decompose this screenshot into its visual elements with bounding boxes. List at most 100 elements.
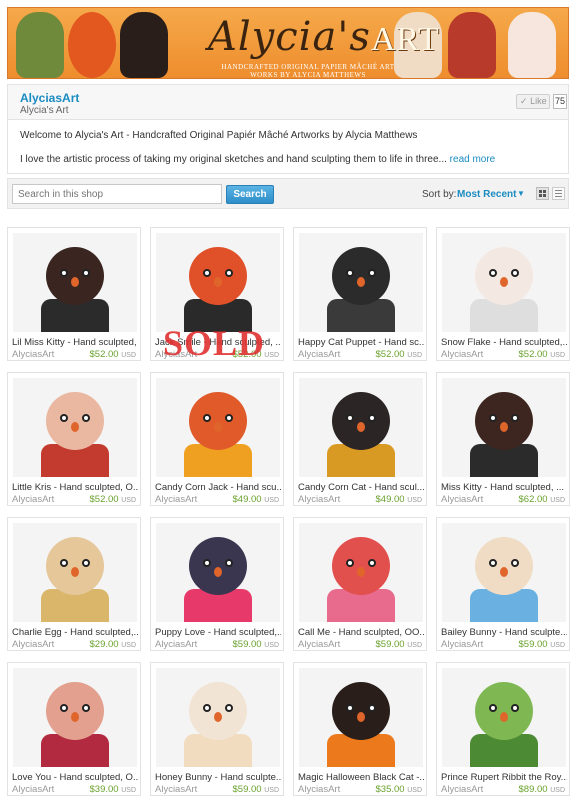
listing-card[interactable]: Little Kris - Hand sculpted, O... Alycias… [7, 372, 141, 506]
listing-price: $59.00 USD [232, 784, 279, 795]
sold-stamp: SOLD [163, 323, 266, 363]
listing-card[interactable]: Candy Corn Cat - Hand scul... AlyciasArt $… [293, 372, 427, 506]
listing-price: $49.00 USD [375, 494, 422, 505]
listing-title[interactable]: Prince Rupert Ribbit the Roy... [441, 772, 567, 783]
grid-view-icon[interactable] [536, 187, 549, 200]
caret-down-icon[interactable]: ▼ [517, 189, 525, 198]
listing-shop-name[interactable]: AlyciasArt [155, 784, 197, 795]
listing-price: $49.00 USD [232, 494, 279, 505]
banner-figure-santa [448, 12, 496, 78]
listing-card[interactable]: Lil Miss Kitty - Hand sculpted, ... Alyci… [7, 227, 141, 361]
listing-shop-name[interactable]: AlyciasArt [298, 639, 340, 650]
listing-price: $29.00 USD [89, 639, 136, 650]
listing-card[interactable]: Snow Flake - Hand sculpted,... AlyciasArt… [436, 227, 570, 361]
listing-shop-name[interactable]: AlyciasArt [155, 639, 197, 650]
listing-title[interactable]: Candy Corn Jack - Hand scu... [155, 482, 281, 493]
listing-price: $59.00 USD [232, 639, 279, 650]
listing-price: $59.00 USD [375, 639, 422, 650]
listing-shop-name[interactable]: AlyciasArt [441, 639, 483, 650]
banner-logo: Alycia'sART [208, 14, 440, 60]
listing-title[interactable]: Honey Bunny - Hand sculpte... [155, 772, 281, 783]
listing-title[interactable]: Bailey Bunny - Hand sculpte... [441, 627, 567, 638]
shop-header-top: AlyciasArt Alycia's Art ✓ Like 75 [8, 85, 568, 120]
listing-title[interactable]: Little Kris - Hand sculpted, O... [12, 482, 138, 493]
listing-title[interactable]: Candy Corn Cat - Hand scul... [298, 482, 424, 493]
listing-image[interactable] [442, 668, 566, 767]
listing-price: $59.00 USD [518, 639, 565, 650]
like-count: 75 [553, 94, 567, 109]
listing-image[interactable] [299, 523, 423, 622]
listing-shop-name[interactable]: AlyciasArt [298, 349, 340, 360]
shop-search-input[interactable] [12, 184, 222, 204]
listing-shop-name[interactable]: AlyciasArt [298, 784, 340, 795]
listing-shop-name[interactable]: AlyciasArt [441, 349, 483, 360]
listing-title[interactable]: Miss Kitty - Hand sculpted, ... [441, 482, 567, 493]
banner-figure-pumpkin [68, 12, 116, 78]
read-more-link[interactable]: read more [450, 154, 496, 165]
listing-card[interactable]: Call Me - Hand sculpted, OO... AlyciasArt… [293, 517, 427, 651]
listing-image[interactable] [156, 523, 280, 622]
shop-about: I love the artistic process of taking my… [20, 154, 495, 165]
listing-title[interactable]: Puppy Love - Hand sculpted,... [155, 627, 281, 638]
listing-price: $35.00 USD [375, 784, 422, 795]
banner-figure-scarecrow [16, 12, 64, 78]
listing-price: $52.00 USD [375, 349, 422, 360]
listing-card[interactable]: Prince Rupert Ribbit the Roy... AlyciasAr… [436, 662, 570, 796]
listing-image[interactable] [442, 233, 566, 332]
listing-image[interactable] [13, 523, 137, 622]
shop-search-bar: Search Sort by: Most Recent ▼ [7, 178, 569, 209]
listing-shop-name[interactable]: AlyciasArt [12, 639, 54, 650]
listing-image[interactable] [442, 378, 566, 477]
listing-title[interactable]: Love You - Hand sculpted, O... [12, 772, 138, 783]
shop-name-link[interactable]: AlyciasArt [20, 91, 79, 105]
listing-image[interactable] [156, 668, 280, 767]
listing-card[interactable]: Bailey Bunny - Hand sculpte... AlyciasArt… [436, 517, 570, 651]
banner-figure-clown [508, 12, 556, 78]
like-button[interactable]: ✓ Like [516, 94, 550, 109]
listing-image[interactable] [299, 378, 423, 477]
listing-image[interactable] [13, 378, 137, 477]
listing-image[interactable] [299, 233, 423, 332]
listing-card[interactable]: Miss Kitty - Hand sculpted, ... AlyciasAr… [436, 372, 570, 506]
listing-card[interactable]: Puppy Love - Hand sculpted,... AlyciasArt… [150, 517, 284, 651]
listing-shop-name[interactable]: AlyciasArt [12, 494, 54, 505]
listing-image[interactable] [13, 668, 137, 767]
list-view-icon[interactable] [552, 187, 565, 200]
listing-shop-name[interactable]: AlyciasArt [155, 494, 197, 505]
listing-card[interactable]: Love You - Hand sculpted, O... AlyciasArt… [7, 662, 141, 796]
listing-shop-name[interactable]: AlyciasArt [12, 349, 54, 360]
shop-header: AlyciasArt Alycia's Art ✓ Like 75 Welcom… [7, 84, 569, 174]
listing-card[interactable]: Honey Bunny - Hand sculpte... AlyciasArt $… [150, 662, 284, 796]
listing-shop-name[interactable]: AlyciasArt [12, 784, 54, 795]
listing-image[interactable] [156, 233, 280, 332]
listing-title[interactable]: Magic Halloween Black Cat -... [298, 772, 424, 783]
listing-card[interactable]: Charlie Egg - Hand sculpted,... AlyciasAr… [7, 517, 141, 651]
listing-title[interactable]: Happy Cat Puppet - Hand sc... [298, 337, 424, 348]
listing-price: $52.00 USD [518, 349, 565, 360]
listing-title[interactable]: Snow Flake - Hand sculpted,... [441, 337, 567, 348]
check-icon: ✓ [520, 96, 528, 106]
banner-figure-black-cat [120, 12, 168, 78]
listing-image[interactable] [156, 378, 280, 477]
listing-price: $89.00 USD [518, 784, 565, 795]
listing-image[interactable] [13, 233, 137, 332]
shop-subtitle: Alycia's Art [20, 105, 69, 116]
sort-label: Sort by: [422, 189, 457, 200]
listing-card[interactable]: Happy Cat Puppet - Hand sc... AlyciasArt $… [293, 227, 427, 361]
listing-shop-name[interactable]: AlyciasArt [441, 494, 483, 505]
listing-title[interactable]: Lil Miss Kitty - Hand sculpted, ... [12, 337, 138, 348]
listing-price: $52.00 USD [89, 494, 136, 505]
listing-card[interactable]: Candy Corn Jack - Hand scu... AlyciasArt $… [150, 372, 284, 506]
listing-price: $62.00 USD [518, 494, 565, 505]
listing-card[interactable]: Magic Halloween Black Cat -... AlyciasArt… [293, 662, 427, 796]
listing-image[interactable] [299, 668, 423, 767]
listing-title[interactable]: Call Me - Hand sculpted, OO... [298, 627, 424, 638]
listing-title[interactable]: Charlie Egg - Hand sculpted,... [12, 627, 138, 638]
listing-shop-name[interactable]: AlyciasArt [298, 494, 340, 505]
sort-dropdown[interactable]: Most Recent [457, 189, 516, 200]
listing-shop-name[interactable]: AlyciasArt [441, 784, 483, 795]
listing-price: $39.00 USD [89, 784, 136, 795]
listing-image[interactable] [442, 523, 566, 622]
shop-banner: Alycia'sART HANDCRAFTED ORIGINAL PAPIER … [7, 7, 569, 79]
search-button[interactable]: Search [226, 185, 274, 204]
